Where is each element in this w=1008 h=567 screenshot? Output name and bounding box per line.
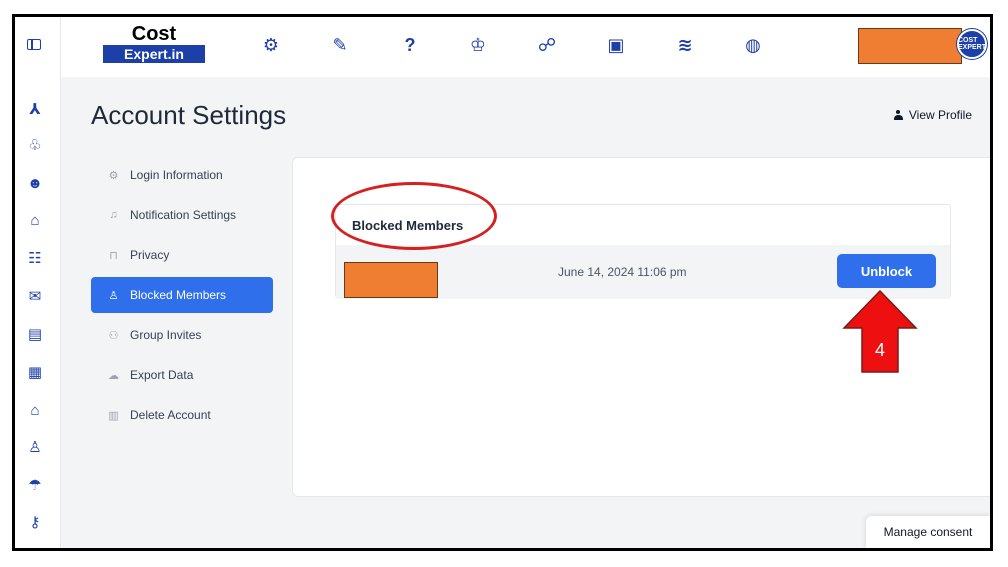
brain-gear-icon[interactable]: ⚙	[258, 32, 284, 58]
step-number: 4	[875, 340, 885, 360]
home-icon[interactable]: ⌂	[25, 400, 45, 420]
cloud-download-icon: ☁	[108, 369, 119, 382]
highlight-ellipse	[331, 182, 497, 250]
blocked-date: June 14, 2024 11:06 pm	[558, 265, 687, 279]
globe-icon[interactable]: ◍	[740, 32, 766, 58]
view-profile-button[interactable]: View Profile	[879, 101, 986, 129]
icon-sidebar: ⅄ ♧ ☻ ⌂ ☷ ✉ ▤ ▦ ⌂ ♙ ☂ ⚷	[15, 17, 61, 548]
view-profile-label: View Profile	[908, 108, 972, 122]
umbrella-icon[interactable]: ☂	[25, 475, 45, 495]
up-arrow-icon: 4	[842, 289, 918, 373]
nav-item-privacy[interactable]: ⊓ Privacy	[91, 237, 273, 273]
person-icon	[893, 110, 903, 120]
unblock-button[interactable]: Unblock	[837, 254, 936, 288]
step-arrow-annotation: 4	[842, 289, 918, 374]
lock-icon: ⊓	[109, 249, 118, 262]
avatar[interactable]: COST EXPERT	[957, 29, 987, 59]
nav-item-label: Group Invites	[130, 328, 202, 342]
briefcase-icon[interactable]: ▤	[25, 324, 45, 344]
nav-item-label: Blocked Members	[130, 288, 227, 302]
page-title: Account Settings	[91, 100, 287, 130]
yoga-icon[interactable]: ⅄	[25, 99, 45, 119]
redacted-member-name[interactable]	[344, 262, 438, 298]
group-icon: ⚇	[108, 329, 119, 342]
nav-item-notification-settings[interactable]: ♫ Notification Settings	[91, 197, 273, 233]
question-bulb-icon[interactable]: ?	[397, 32, 423, 58]
users-icon[interactable]: ☻	[25, 173, 45, 193]
presentation-icon[interactable]: ▣	[603, 32, 629, 58]
bell-icon: ♫	[109, 209, 118, 221]
nav-item-label: Notification Settings	[130, 208, 237, 222]
nav-item-export-data[interactable]: ☁ Export Data	[91, 357, 273, 393]
house-person-icon[interactable]: ⌂	[25, 210, 45, 230]
settings-nav: ⚙ Login Information ♫ Notification Setti…	[91, 157, 273, 437]
community-icon[interactable]: ♔	[465, 32, 491, 58]
app-frame: ⅄ ♧ ☻ ⌂ ☷ ✉ ▤ ▦ ⌂ ♙ ☂ ⚷ Cost Expert.in ⚙…	[12, 14, 993, 551]
elderly-icon[interactable]: ♙	[25, 437, 45, 457]
family-icon[interactable]: ☷	[25, 248, 45, 268]
gear-icon: ⚙	[108, 169, 119, 182]
nav-item-label: Privacy	[130, 248, 170, 262]
nav-item-blocked-members[interactable]: ♙ Blocked Members	[91, 277, 273, 313]
nav-item-label: Login Information	[130, 168, 223, 182]
costexpert-logo[interactable]: Cost Expert.in	[103, 23, 205, 66]
sidebar-toggle-icon[interactable]	[27, 39, 41, 50]
user-block-icon: ♙	[108, 289, 119, 302]
key-icon[interactable]: ⚷	[25, 512, 45, 532]
nav-item-label: Delete Account	[130, 408, 211, 422]
trash-icon: ▥	[108, 409, 119, 422]
nav-item-group-invites[interactable]: ⚇ Group Invites	[91, 317, 273, 353]
writing-icon[interactable]: ✎	[327, 32, 353, 58]
nav-item-delete-account[interactable]: ▥ Delete Account	[91, 397, 273, 433]
two-people-icon[interactable]: ☍	[534, 32, 560, 58]
manage-consent-button[interactable]: Manage consent	[866, 516, 990, 548]
hand-coin-icon[interactable]: ♧	[25, 135, 45, 155]
redacted-username[interactable]	[858, 28, 962, 64]
calendar-icon[interactable]: ▦	[25, 362, 45, 382]
top-navigation-bar: Cost Expert.in ⚙ ✎ ? ♔ ☍ ▣ ≋ ◍ COST EXPE…	[61, 17, 990, 77]
chat-icon[interactable]: ✉	[25, 286, 45, 306]
nav-item-label: Export Data	[130, 368, 194, 382]
books-icon[interactable]: ≋	[672, 32, 698, 58]
nav-item-login-information[interactable]: ⚙ Login Information	[91, 157, 273, 193]
